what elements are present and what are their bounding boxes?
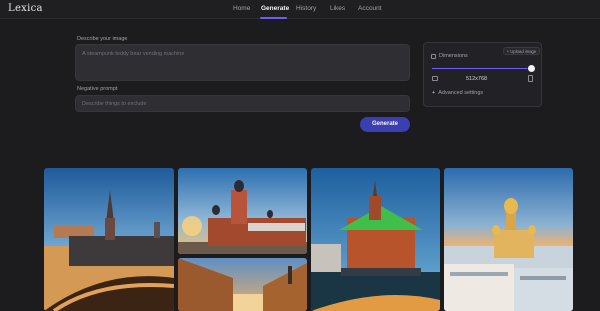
red-church-image [178, 168, 307, 254]
prompt-label: Describe your image [77, 36, 128, 42]
nav-likes[interactable]: Likes [330, 5, 345, 12]
settings-panel: + Upload image Dimensions 512x768 + Advan… [423, 42, 542, 107]
app-logo[interactable]: Lexica [8, 3, 43, 14]
active-tab-indicator [260, 17, 287, 19]
landscape-ratio-icon[interactable] [432, 76, 438, 81]
upload-image-button[interactable]: + Upload image [503, 47, 540, 55]
golden-dome-city-image [444, 168, 573, 311]
slider-fill [432, 68, 527, 69]
negative-prompt-placeholder: Describe things to exclude [82, 101, 147, 107]
nav-home[interactable]: Home [233, 5, 250, 12]
dimensions-label: Dimensions [439, 53, 468, 59]
gallery-image-cathedral-spire[interactable] [44, 168, 174, 311]
portrait-ratio-icon[interactable] [528, 75, 533, 82]
gallery-image-golden-dome-city[interactable] [444, 168, 573, 311]
negative-prompt-input[interactable]: Describe things to exclude [75, 95, 410, 112]
prompt-input[interactable]: A steampunk teddy bear vending machine [75, 44, 410, 81]
nav-account[interactable]: Account [358, 5, 382, 12]
plus-icon: + [432, 90, 436, 96]
cathedral-spire-image [44, 168, 174, 311]
dimensions-value: 512x768 [466, 76, 488, 82]
prompt-placeholder: A steampunk teddy bear vending machine [82, 51, 185, 57]
nav-history[interactable]: History [296, 5, 316, 12]
slider-thumb[interactable] [528, 65, 535, 72]
gallery-image-green-roof-cathedral[interactable] [311, 168, 440, 311]
negative-prompt-label: Negative prompt [77, 86, 118, 92]
street-buildings-image [178, 258, 307, 311]
advanced-settings-label: Advanced settings [438, 90, 484, 96]
dimensions-slider[interactable] [432, 68, 532, 69]
gallery-image-red-church[interactable] [178, 168, 307, 254]
green-roof-cathedral-image [311, 168, 440, 311]
nav-generate[interactable]: Generate [261, 5, 289, 12]
top-navigation-bar: Lexica Home Generate History Likes Accou… [0, 0, 600, 19]
dimensions-checkbox[interactable] [431, 54, 436, 59]
gallery-image-street-buildings[interactable] [178, 258, 307, 311]
advanced-settings-toggle[interactable]: + Advanced settings [432, 90, 483, 96]
generate-button[interactable]: Generate [360, 117, 410, 132]
